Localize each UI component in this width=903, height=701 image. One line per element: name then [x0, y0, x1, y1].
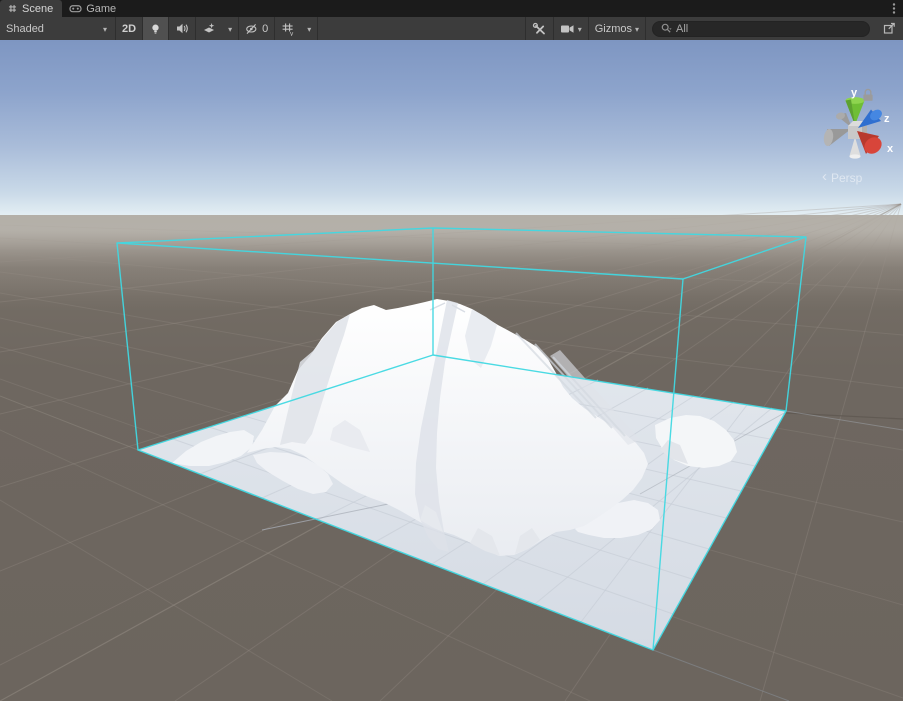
chevron-down-icon: ▾	[228, 26, 232, 34]
effects-layers-icon	[202, 22, 216, 36]
toggle-2d-button[interactable]: 2D	[116, 17, 143, 40]
gamepad-icon	[69, 3, 82, 14]
eye-hidden-icon	[245, 22, 259, 36]
speaker-icon	[175, 22, 189, 35]
scene-camera-settings[interactable]: ▾	[554, 17, 589, 40]
search-value: All	[676, 23, 688, 35]
tab-bar: Scene Game	[0, 0, 903, 17]
horizon-fog	[0, 215, 903, 310]
toolbar-right-group: ▾ Gizmos ▾ All	[525, 17, 903, 40]
toggle-2d-label: 2D	[122, 23, 136, 35]
axis-z-handle[interactable]	[858, 107, 884, 128]
projection-label: Persp	[831, 171, 862, 185]
kebab-menu-icon	[889, 2, 899, 15]
component-tools-button[interactable]	[525, 17, 554, 40]
scene-search-input[interactable]: All	[652, 21, 870, 37]
maximize-popout-button[interactable]	[876, 17, 903, 40]
gizmos-dropdown[interactable]: Gizmos ▾	[589, 17, 646, 40]
projection-toggle[interactable]: ‹ Persp	[822, 170, 862, 185]
tab-scene-label: Scene	[22, 3, 53, 15]
chevron-down-icon: ▾	[103, 26, 107, 34]
light-bulb-icon	[149, 22, 162, 36]
axis-minus-y-handle[interactable]	[849, 137, 860, 159]
scene-render	[0, 40, 903, 701]
shading-mode-dropdown[interactable]: Shaded ▾	[0, 17, 116, 40]
search-icon	[660, 22, 673, 35]
scene-lighting-button[interactable]	[143, 17, 169, 40]
scene-grid-icon	[7, 3, 18, 14]
hidden-count-label: 0	[262, 23, 268, 35]
camera-icon	[560, 23, 575, 35]
chevron-left-icon: ‹	[822, 169, 827, 184]
tools-icon	[532, 22, 547, 36]
scene-effects-button[interactable]	[196, 17, 222, 40]
tab-menu-button[interactable]	[885, 0, 903, 17]
axis-z-label: z	[884, 113, 890, 125]
axis-minus-x-handle[interactable]	[823, 128, 851, 146]
chevron-down-icon: ▾	[635, 26, 639, 34]
axis-x-label: x	[887, 143, 894, 155]
grid-overlay-line	[653, 650, 789, 701]
scene-toolbar: Shaded ▾ 2D	[0, 17, 903, 40]
grid-overlay-line	[786, 411, 903, 430]
tab-game[interactable]: Game	[62, 0, 125, 17]
popout-icon	[882, 21, 897, 36]
lock-icon[interactable]	[860, 87, 876, 103]
scene-effects-dropdown[interactable]: ▾	[222, 17, 239, 40]
toolbar-left-group: Shaded ▾ 2D	[0, 17, 318, 40]
tab-scene[interactable]: Scene	[0, 0, 62, 17]
chevron-down-icon: ▾	[307, 26, 311, 34]
axis-y-label: y	[851, 87, 858, 99]
svg-text:y: y	[290, 30, 294, 36]
grid-settings-dropdown[interactable]: ▾	[301, 17, 318, 40]
shading-mode-label: Shaded	[6, 23, 44, 35]
scene-visibility-button[interactable]: 0	[239, 17, 275, 40]
grid-visibility-button[interactable]: y	[275, 17, 301, 40]
scene-viewport[interactable]: y z x ‹ Persp	[0, 40, 903, 701]
chevron-down-icon: ▾	[578, 26, 582, 34]
axis-x-handle[interactable]	[857, 131, 885, 157]
orientation-gizmo[interactable]: y z x	[813, 85, 903, 170]
grid-axis-icon: y	[281, 22, 295, 36]
gizmos-label: Gizmos	[595, 23, 632, 35]
scene-audio-button[interactable]	[169, 17, 196, 40]
tab-game-label: Game	[86, 3, 116, 15]
unity-scene-view: Scene Game Shaded ▾ 2D	[0, 0, 903, 701]
